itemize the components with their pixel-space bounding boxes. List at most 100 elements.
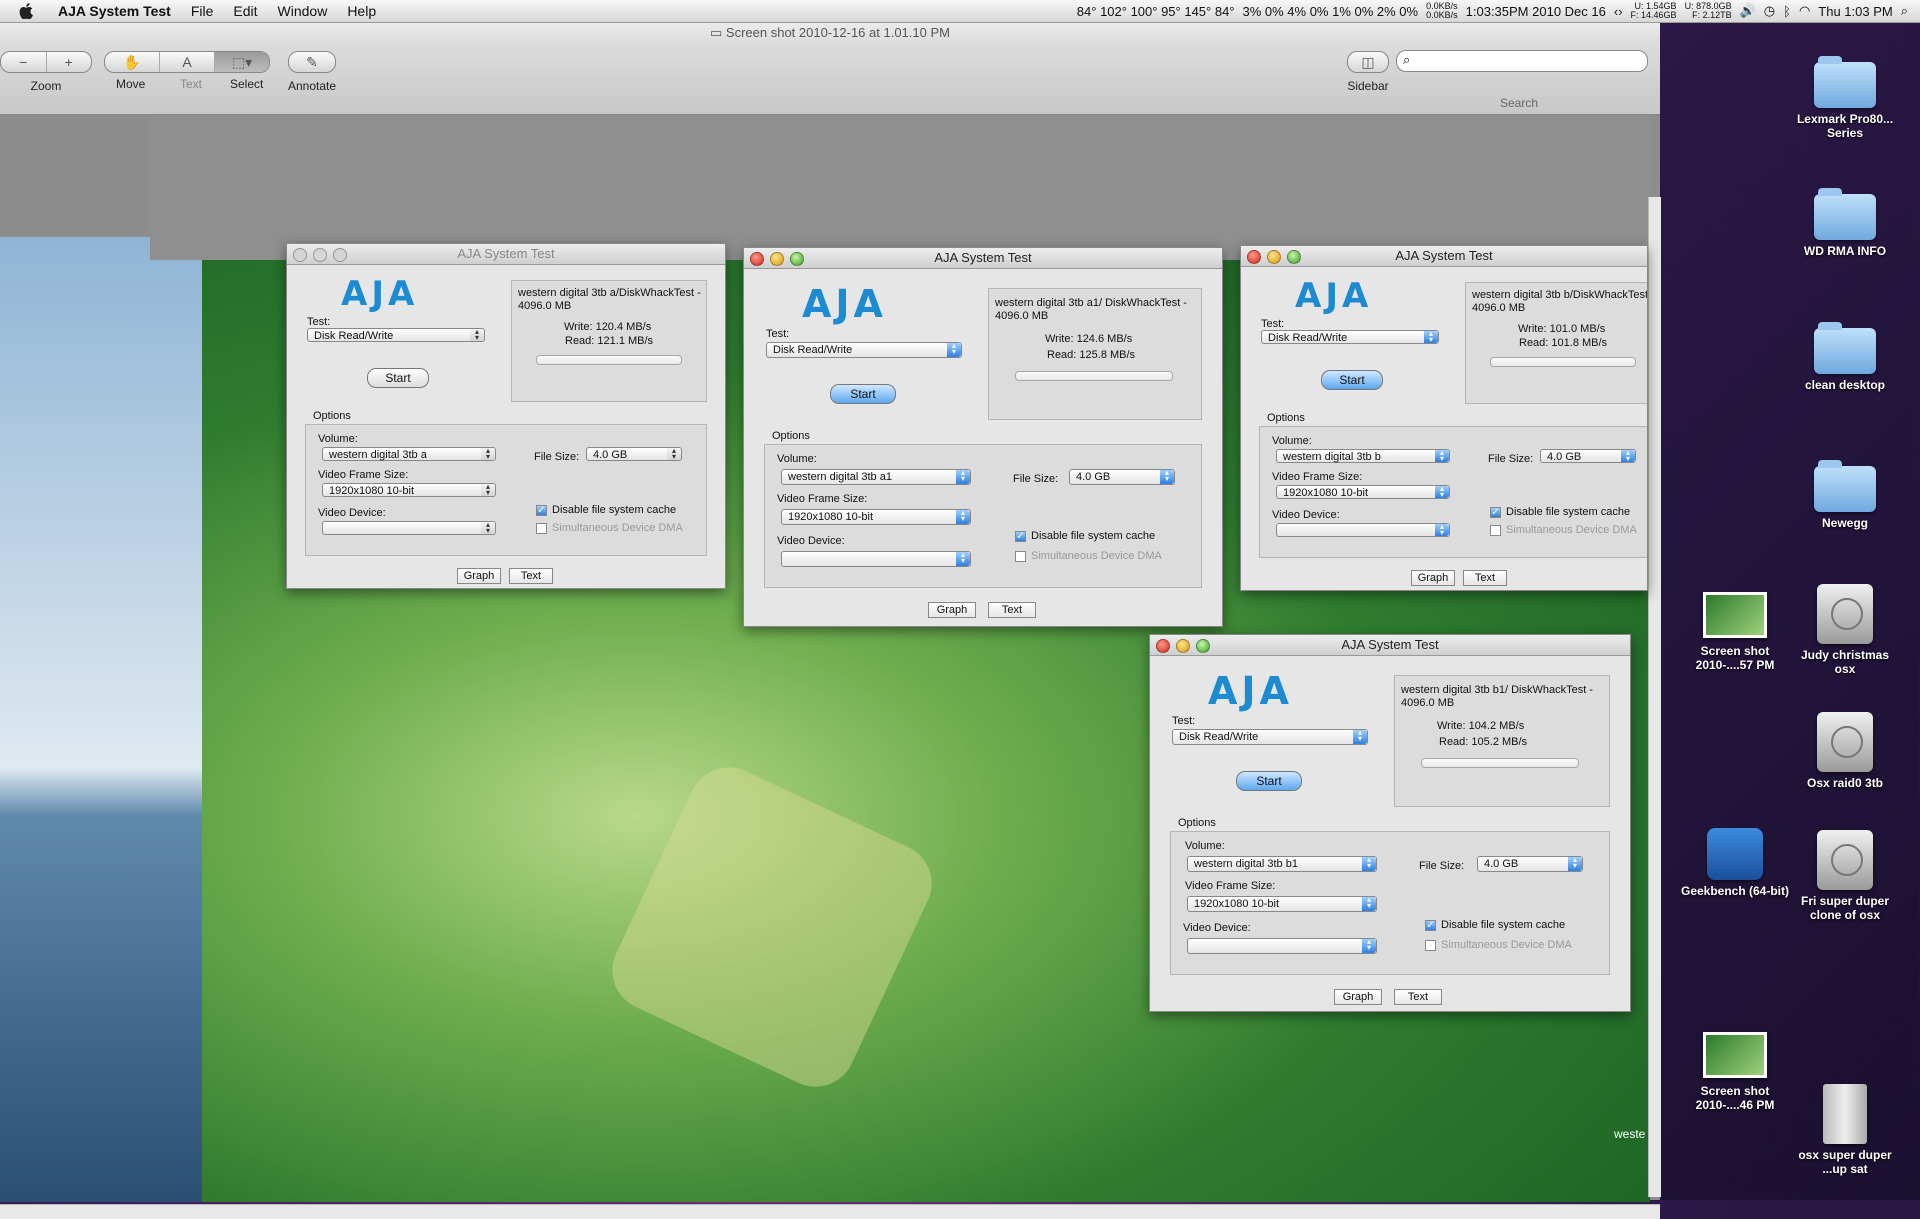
- cpu-readout[interactable]: 3% 0% 4% 0% 1% 0% 2% 0%: [1243, 4, 1419, 19]
- disk-readout-2[interactable]: U: 878.0GB F: 2.12TB: [1685, 2, 1732, 20]
- file-size-select[interactable]: 4.0 GB ▴ ▾: [1477, 856, 1583, 872]
- menu-edit[interactable]: Edit: [223, 3, 267, 19]
- move-tool-icon[interactable]: ✋: [105, 52, 160, 72]
- graph-button[interactable]: Graph: [1334, 989, 1382, 1005]
- disk-readout-1[interactable]: U: 1.54GB F: 14.46GB: [1631, 2, 1677, 20]
- volume-select[interactable]: western digital 3tb a ▴ ▾: [322, 447, 496, 461]
- zoom-in-icon[interactable]: +: [47, 52, 92, 72]
- frame-size-label: Video Frame Size:: [777, 493, 868, 505]
- aja-window-titlebar[interactable]: AJA System Test: [287, 244, 725, 265]
- minimize-icon[interactable]: [1176, 639, 1190, 653]
- desktop-icon-screenshot-57[interactable]: Screen shot 2010-....57 PM: [1680, 592, 1790, 672]
- test-select[interactable]: Disk Read/Write ▴ ▾: [1261, 330, 1439, 344]
- time-machine-icon[interactable]: ◷: [1764, 3, 1775, 19]
- text-tool-icon[interactable]: A: [160, 52, 215, 72]
- frame-size-select[interactable]: 1920x1080 10-bit ▴ ▾: [322, 483, 496, 497]
- temperature-readout[interactable]: 84° 102° 100° 95° 145° 84°: [1077, 4, 1235, 19]
- video-device-select[interactable]: ▴ ▾: [322, 521, 496, 535]
- file-size-select[interactable]: 4.0 GB ▴ ▾: [1069, 469, 1175, 485]
- desktop-icon-wd-rma[interactable]: WD RMA INFO: [1790, 188, 1900, 258]
- horizontal-scrollbar[interactable]: [0, 1204, 1660, 1219]
- start-button[interactable]: Start: [1236, 771, 1302, 791]
- menu-app-name[interactable]: AJA System Test: [48, 3, 181, 19]
- text-button[interactable]: Text: [1463, 570, 1507, 586]
- volume-icon[interactable]: 🔊: [1740, 3, 1756, 19]
- disable-cache-checkbox[interactable]: ✓: [536, 505, 547, 516]
- menu-clock[interactable]: Thu 1:03 PM: [1818, 4, 1892, 19]
- text-button[interactable]: Text: [509, 568, 553, 584]
- start-button[interactable]: Start: [1321, 370, 1383, 390]
- zoom-icon[interactable]: [1287, 250, 1301, 264]
- menu-file[interactable]: File: [181, 3, 224, 19]
- volume-select[interactable]: western digital 3tb a1 ▴ ▾: [781, 469, 971, 485]
- video-device-select[interactable]: ▴ ▾: [1187, 938, 1377, 954]
- simultaneous-dma-checkbox[interactable]: [1490, 525, 1501, 536]
- arrows-icon[interactable]: ‹›: [1614, 4, 1623, 19]
- graph-button[interactable]: Graph: [1411, 570, 1455, 586]
- video-device-select[interactable]: ▴ ▾: [781, 551, 971, 567]
- text-button[interactable]: Text: [988, 602, 1036, 618]
- desktop-icon-lexmark[interactable]: Lexmark Pro80... Series: [1790, 56, 1900, 140]
- menu-help[interactable]: Help: [337, 3, 386, 19]
- bluetooth-icon[interactable]: ᛒ: [1783, 4, 1791, 19]
- simultaneous-dma-checkbox[interactable]: [1425, 940, 1436, 951]
- menu-window[interactable]: Window: [268, 3, 338, 19]
- start-button[interactable]: Start: [830, 384, 896, 404]
- sidebar-button[interactable]: ◫ Sidebar: [1338, 51, 1398, 93]
- close-icon[interactable]: [293, 248, 307, 262]
- minimize-icon[interactable]: [313, 248, 327, 262]
- text-button[interactable]: Text: [1394, 989, 1442, 1005]
- zoom-out-icon[interactable]: −: [1, 52, 47, 72]
- disable-cache-checkbox[interactable]: ✓: [1490, 507, 1501, 518]
- desktop-icon-newegg[interactable]: Newegg: [1790, 460, 1900, 530]
- annotate-button[interactable]: ✎ Annotate: [286, 51, 338, 93]
- file-size-select[interactable]: 4.0 GB ▴ ▾: [586, 447, 682, 461]
- desktop-icon-geekbench[interactable]: Geekbench (64-bit): [1680, 828, 1790, 898]
- apple-menu-icon[interactable]: [18, 3, 34, 19]
- frame-size-select[interactable]: 1920x1080 10-bit ▴ ▾: [781, 509, 971, 525]
- search-input[interactable]: ⌕: [1396, 50, 1648, 72]
- minimize-icon[interactable]: [1267, 250, 1281, 264]
- desktop-icon-fri-super-duper[interactable]: Fri super duper clone of osx: [1790, 830, 1900, 922]
- desktop-icon-osx-raid[interactable]: Osx raid0 3tb: [1790, 712, 1900, 790]
- wifi-icon[interactable]: ◠: [1799, 3, 1810, 19]
- volume-select[interactable]: western digital 3tb b1 ▴ ▾: [1187, 856, 1377, 872]
- aja-window-titlebar[interactable]: AJA System Test: [744, 248, 1222, 269]
- disable-cache-checkbox[interactable]: ✓: [1015, 531, 1026, 542]
- frame-size-select[interactable]: 1920x1080 10-bit ▴ ▾: [1276, 485, 1450, 499]
- vertical-scrollbar[interactable]: [1648, 197, 1661, 1197]
- graph-button[interactable]: Graph: [928, 602, 976, 618]
- aja-window-titlebar[interactable]: AJA System Test: [1150, 635, 1630, 656]
- disable-cache-checkbox[interactable]: ✓: [1425, 920, 1436, 931]
- test-select[interactable]: Disk Read/Write ▴ ▾: [1172, 729, 1368, 745]
- desktop-icon-screenshot-46[interactable]: Screen shot 2010-....46 PM: [1680, 1032, 1790, 1112]
- clock-detail[interactable]: 1:03:35PM 2010 Dec 16: [1466, 4, 1606, 19]
- video-device-select[interactable]: ▴ ▾: [1276, 523, 1450, 537]
- simultaneous-dma-checkbox[interactable]: [1015, 551, 1026, 562]
- select-tool-icon[interactable]: ⬚▾: [215, 52, 269, 72]
- zoom-icon[interactable]: [1196, 639, 1210, 653]
- aja-window-titlebar[interactable]: AJA System Test: [1241, 246, 1647, 267]
- desktop-icon-clean-desktop[interactable]: clean desktop: [1790, 322, 1900, 392]
- preview-titlebar[interactable]: ▭ Screen shot 2010-12-16 at 1.01.10 PM: [0, 22, 1660, 44]
- minimize-icon[interactable]: [770, 252, 784, 266]
- close-icon[interactable]: [750, 252, 764, 266]
- volume-select[interactable]: western digital 3tb b ▴ ▾: [1276, 449, 1450, 463]
- simultaneous-dma-checkbox[interactable]: [536, 523, 547, 534]
- network-readout[interactable]: 0.0KB/s 0.0KB/s: [1426, 2, 1458, 20]
- test-select[interactable]: Disk Read/Write ▴ ▾: [766, 342, 962, 358]
- start-button[interactable]: Start: [367, 368, 429, 388]
- zoom-icon[interactable]: [790, 252, 804, 266]
- desktop-icon-judy-christmas[interactable]: Judy christmas osx: [1790, 584, 1900, 676]
- zoom-control[interactable]: − + Zoom: [0, 51, 92, 93]
- close-icon[interactable]: [1247, 250, 1261, 264]
- graph-button[interactable]: Graph: [457, 568, 501, 584]
- desktop-icon-osx-super-duper[interactable]: osx super duper ...up sat: [1790, 1084, 1900, 1176]
- test-select[interactable]: Disk Read/Write ▴ ▾: [307, 328, 485, 342]
- file-size-select[interactable]: 4.0 GB ▴ ▾: [1540, 449, 1636, 463]
- frame-size-select[interactable]: 1920x1080 10-bit ▴ ▾: [1187, 896, 1377, 912]
- spotlight-icon[interactable]: ⌕: [1901, 3, 1908, 19]
- volume-label: Volume:: [1185, 840, 1225, 852]
- zoom-icon[interactable]: [333, 248, 347, 262]
- close-icon[interactable]: [1156, 639, 1170, 653]
